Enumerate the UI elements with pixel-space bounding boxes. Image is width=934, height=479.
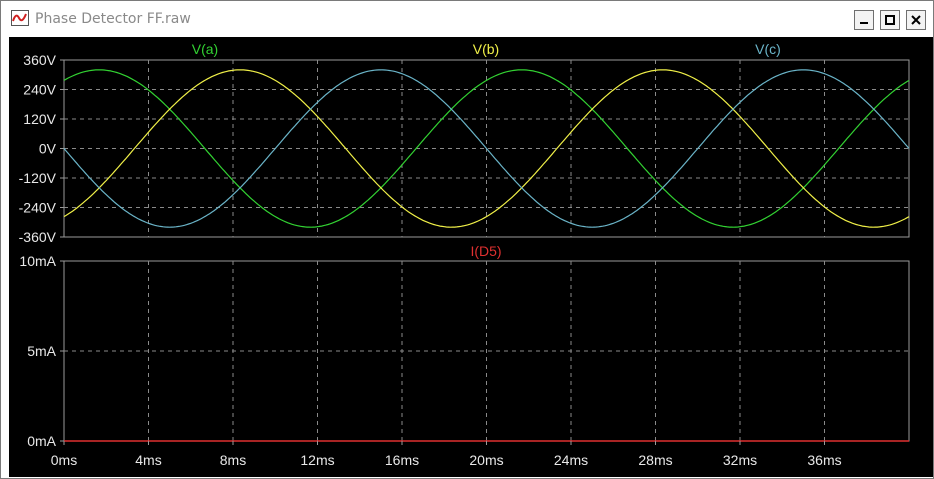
x-tick-label: 32ms xyxy=(723,452,757,468)
x-tick-label: 4ms xyxy=(135,452,161,468)
window-title: Phase Detector FF.raw xyxy=(35,11,191,27)
title-bar[interactable]: Phase Detector FF.raw xyxy=(1,1,933,37)
y-tick-label: 360V xyxy=(23,52,56,68)
x-tick-label: 8ms xyxy=(220,452,246,468)
legend-vb[interactable]: V(b) xyxy=(473,41,499,57)
x-axis-ticks: 0ms 4ms 8ms 12ms 16ms 20ms 24ms 28ms 32ms 36ms xyxy=(51,441,842,468)
y-tick-label: 120V xyxy=(23,111,56,127)
x-tick-label: 36ms xyxy=(807,452,841,468)
x-tick-label: 16ms xyxy=(385,452,419,468)
plot-canvas[interactable]: 360V240V120V0V-120V-240V-360V V(a) V(b) … xyxy=(9,37,933,477)
legend-vc[interactable]: V(c) xyxy=(755,41,781,57)
maximize-button[interactable] xyxy=(880,10,900,30)
y-tick-label: 240V xyxy=(23,82,56,98)
y-tick-label: 10mA xyxy=(19,253,56,269)
y-tick-label: -120V xyxy=(19,170,57,186)
current-y-ticks: 10mA 5mA 0mA xyxy=(19,253,64,449)
x-tick-label: 28ms xyxy=(638,452,672,468)
y-tick-label: -360V xyxy=(19,229,57,245)
current-grid xyxy=(64,261,909,441)
y-tick-label: 0mA xyxy=(27,433,56,449)
x-tick-label: 0ms xyxy=(51,452,77,468)
legend-id5[interactable]: I(D5) xyxy=(470,243,501,259)
current-pane[interactable]: 10mA 5mA 0mA I(D5) xyxy=(19,243,910,449)
voltage-pane[interactable]: 360V240V120V0V-120V-240V-360V V(a) V(b) … xyxy=(19,41,910,245)
close-icon xyxy=(911,15,921,25)
minimize-icon xyxy=(860,22,868,24)
y-tick-label: -240V xyxy=(19,200,57,216)
maximize-icon xyxy=(885,15,895,25)
close-button[interactable] xyxy=(906,10,926,30)
y-tick-label: 0V xyxy=(39,141,57,157)
waveform-app-icon xyxy=(11,10,29,26)
plot-area[interactable]: 360V 240V 120V 0V -120V -240V -360V V(a) V(b) … xyxy=(9,37,933,477)
x-tick-label: 20ms xyxy=(469,452,503,468)
minimize-button[interactable] xyxy=(854,10,874,30)
x-tick-label: 24ms xyxy=(554,452,588,468)
x-tick-label: 12ms xyxy=(300,452,334,468)
legend-va[interactable]: V(a) xyxy=(192,41,218,57)
y-tick-label: 5mA xyxy=(27,343,56,359)
waveform-window: Phase Detector FF.raw 360V 240V 120V 0V -120… xyxy=(0,0,934,479)
voltage-y-ticks: 360V 240V 120V 0V -120V -240V -360V xyxy=(19,52,64,245)
